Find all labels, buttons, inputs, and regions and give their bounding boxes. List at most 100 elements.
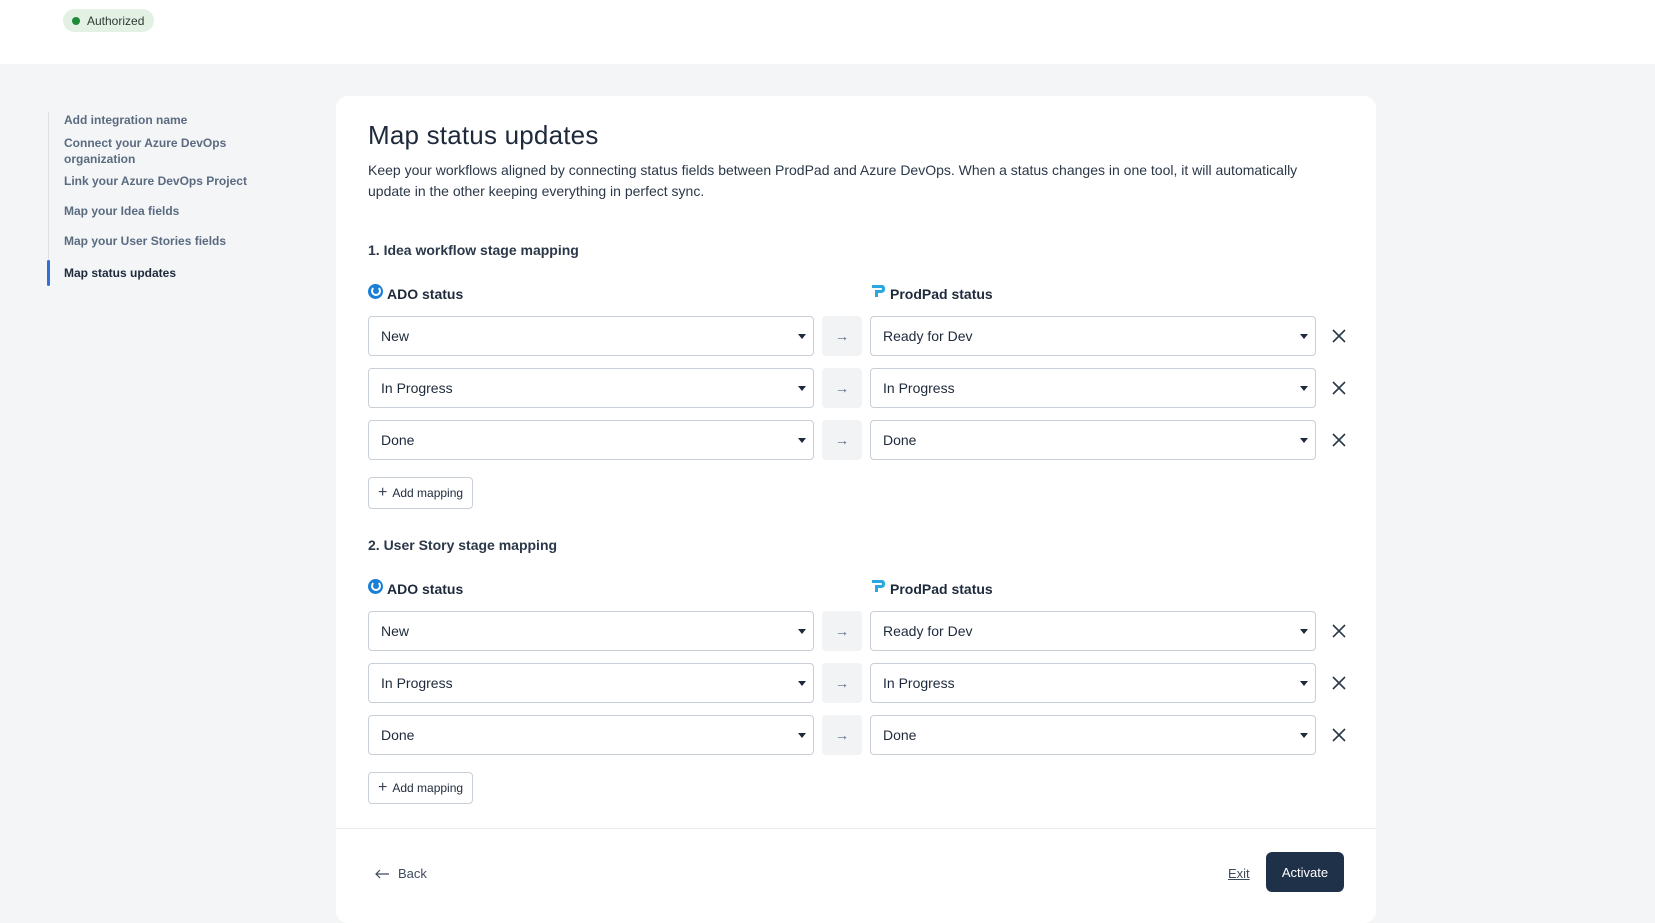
step-add-integration-name[interactable]: Add integration name [64, 112, 258, 135]
section-title: 1. Idea workflow stage mapping [368, 242, 579, 258]
ado-status-select[interactable]: Done [368, 715, 814, 755]
remove-mapping-button[interactable] [1329, 326, 1349, 346]
mapping-arrow: → [822, 663, 862, 703]
back-button[interactable]: Back [374, 866, 427, 881]
chevron-down-icon [798, 681, 806, 686]
arrow-right-icon: → [835, 328, 849, 344]
close-icon [1332, 676, 1346, 690]
step-map-status-updates[interactable]: Map status updates [47, 260, 258, 286]
plus-icon: + [378, 484, 388, 501]
page-description: Keep your workflows aligned by connectin… [368, 162, 1298, 199]
back-label: Back [398, 866, 427, 881]
chevron-down-icon [798, 386, 806, 391]
ado-status-header: ADO status [368, 283, 464, 302]
page-title: Map status updates [368, 120, 599, 150]
ado-status-label: ADO status [387, 581, 464, 597]
close-icon [1332, 433, 1346, 447]
mapping-arrow: → [822, 368, 862, 408]
ado-status-select[interactable]: New [368, 316, 814, 356]
chevron-down-icon [1300, 681, 1308, 686]
select-value: New [381, 623, 410, 639]
mapping-arrow: → [822, 611, 862, 651]
add-mapping-label: Add mapping [392, 781, 464, 795]
azure-devops-icon [368, 578, 383, 594]
select-value: Done [381, 727, 415, 743]
select-value: Done [883, 727, 917, 743]
close-icon [1332, 381, 1346, 395]
arrow-left-icon [375, 869, 389, 878]
chevron-down-icon [798, 733, 806, 738]
prodpad-status-select[interactable]: In Progress [870, 663, 1316, 703]
main-card: Map status updates Keep your workflows a… [336, 96, 1376, 923]
select-value: Ready for Dev [883, 623, 973, 639]
authorized-badge: Authorized [63, 9, 155, 32]
mapping-arrow: → [822, 715, 862, 755]
ado-status-select[interactable]: In Progress [368, 368, 814, 408]
remove-mapping-button[interactable] [1329, 378, 1349, 398]
authorized-badge-label: Authorized [87, 13, 145, 28]
chevron-down-icon [798, 629, 806, 634]
select-value: Ready for Dev [883, 328, 973, 344]
ado-status-header: ADO status [368, 578, 464, 597]
plus-icon: + [378, 779, 388, 796]
prodpad-icon [872, 285, 885, 297]
chevron-down-icon [798, 334, 806, 339]
step-link-azure-devops-project[interactable]: Link your Azure DevOps Project [64, 173, 258, 203]
ado-status-label: ADO status [387, 286, 464, 302]
select-value: In Progress [883, 675, 955, 691]
select-value: Done [883, 432, 917, 448]
setup-stepper: Add integration name Connect your Azure … [47, 112, 258, 286]
close-icon [1332, 624, 1346, 638]
close-icon [1332, 728, 1346, 742]
add-mapping-label: Add mapping [392, 486, 464, 500]
arrow-right-icon: → [835, 727, 849, 743]
select-value: Done [381, 432, 415, 448]
select-value: In Progress [381, 675, 453, 691]
prodpad-status-select[interactable]: In Progress [870, 368, 1316, 408]
select-value: New [381, 328, 410, 344]
top-bar: Authorized [0, 0, 1655, 64]
step-map-user-stories-fields[interactable]: Map your User Stories fields [64, 233, 258, 265]
ado-status-select[interactable]: New [368, 611, 814, 651]
mapping-arrow: → [822, 316, 862, 356]
remove-mapping-button[interactable] [1329, 621, 1349, 641]
chevron-down-icon [1300, 733, 1308, 738]
activate-button[interactable]: Activate [1266, 852, 1344, 892]
prodpad-status-select[interactable]: Ready for Dev [870, 611, 1316, 651]
chevron-down-icon [1300, 334, 1308, 339]
prodpad-status-label: ProdPad status [890, 286, 993, 302]
arrow-right-icon: → [835, 675, 849, 691]
prodpad-status-label: ProdPad status [890, 581, 993, 597]
arrow-right-icon: → [835, 380, 849, 396]
add-mapping-button[interactable]: + Add mapping [368, 477, 474, 509]
select-value: In Progress [381, 380, 453, 396]
close-icon [1332, 329, 1346, 343]
add-mapping-button[interactable]: + Add mapping [368, 772, 474, 804]
remove-mapping-button[interactable] [1329, 430, 1349, 450]
prodpad-status-header: ProdPad status [870, 580, 993, 597]
section-title: 2. User Story stage mapping [368, 537, 558, 553]
azure-devops-icon [368, 283, 383, 299]
chevron-down-icon [1300, 438, 1308, 443]
ado-status-select[interactable]: Done [368, 420, 814, 460]
remove-mapping-button[interactable] [1329, 725, 1349, 745]
step-connect-azure-devops-organization[interactable]: Connect your Azure DevOps organization [64, 135, 258, 173]
arrow-right-icon: → [835, 623, 849, 639]
status-dot-icon [72, 16, 80, 25]
prodpad-status-header: ProdPad status [870, 285, 993, 302]
mapping-arrow: → [822, 420, 862, 460]
arrow-right-icon: → [835, 432, 849, 448]
select-value: In Progress [883, 380, 955, 396]
prodpad-icon [872, 580, 885, 592]
prodpad-status-select[interactable]: Ready for Dev [870, 316, 1316, 356]
chevron-down-icon [798, 438, 806, 443]
remove-mapping-button[interactable] [1329, 673, 1349, 693]
footer-divider [336, 828, 1376, 829]
exit-link[interactable]: Exit [1228, 866, 1250, 881]
chevron-down-icon [1300, 629, 1308, 634]
prodpad-status-select[interactable]: Done [870, 420, 1316, 460]
chevron-down-icon [1300, 386, 1308, 391]
step-map-idea-fields[interactable]: Map your Idea fields [64, 203, 258, 233]
prodpad-status-select[interactable]: Done [870, 715, 1316, 755]
ado-status-select[interactable]: In Progress [368, 663, 814, 703]
